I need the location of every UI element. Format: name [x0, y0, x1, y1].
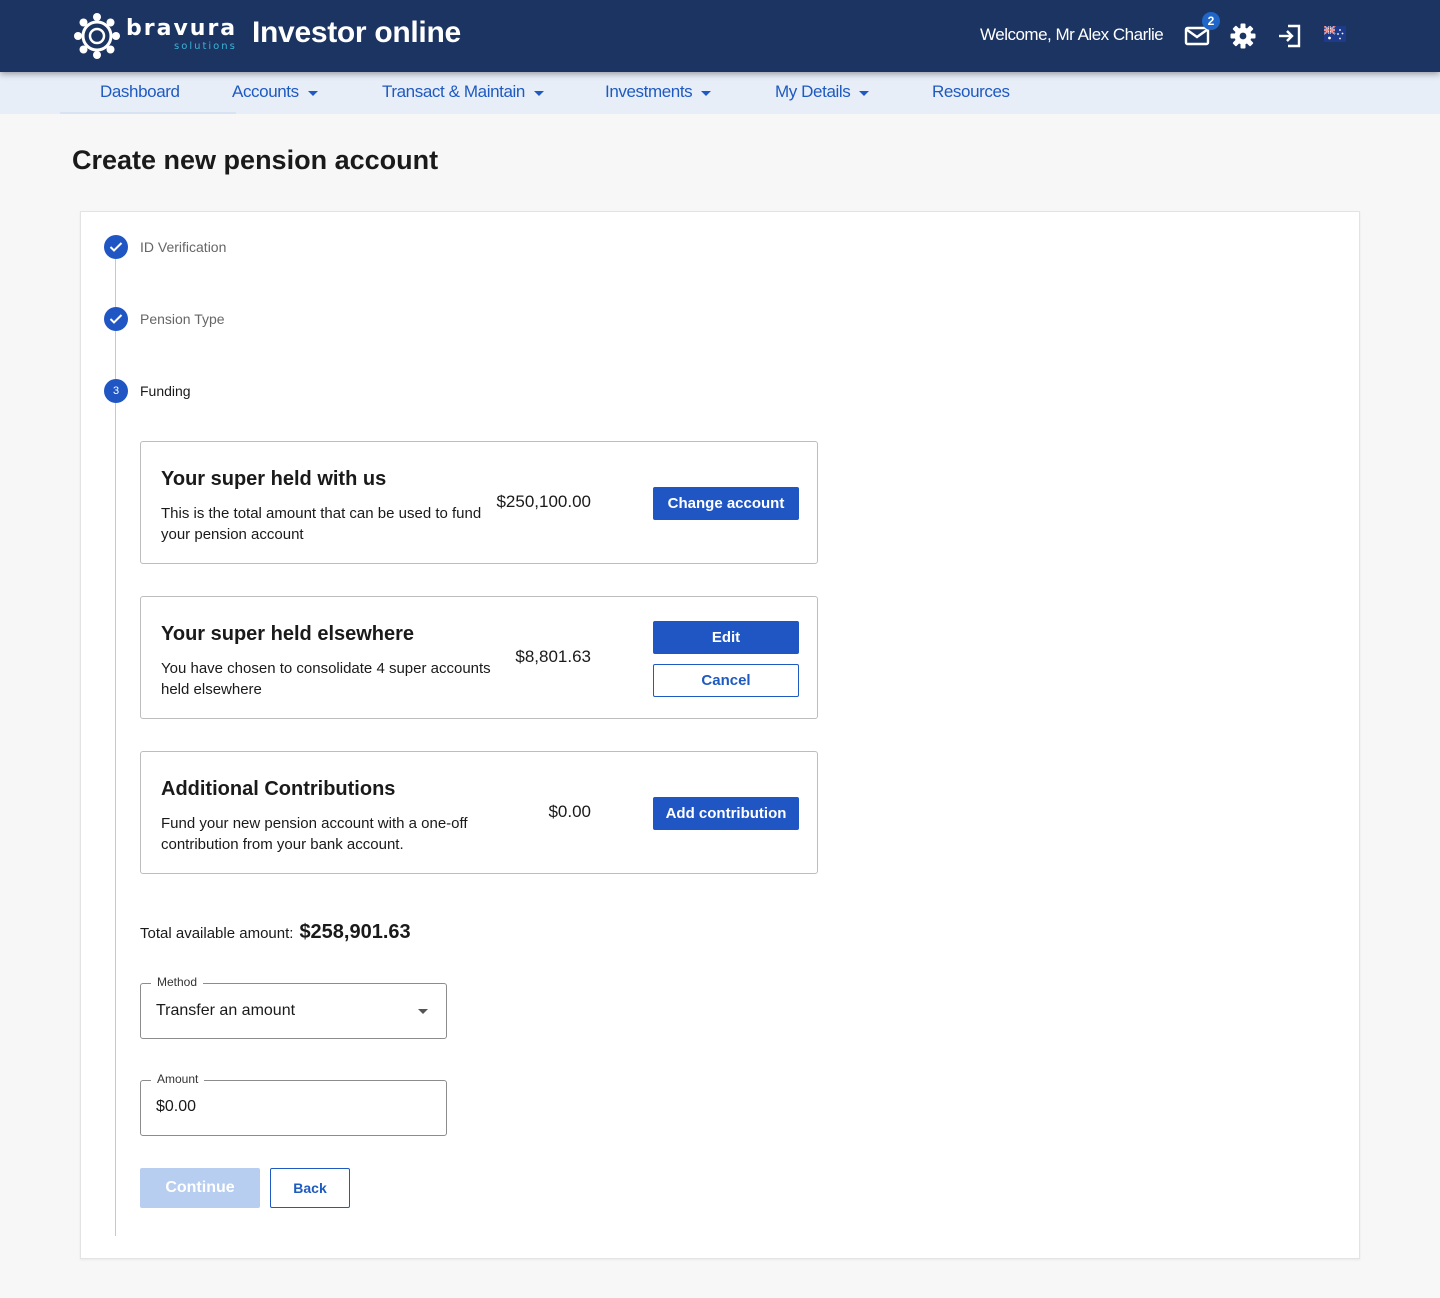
- fund-title: Your super held with us: [161, 468, 387, 490]
- fund-amount: $0.00: [548, 802, 591, 821]
- total-available-amount: Total available amount: $258,901.63: [140, 921, 411, 944]
- fund-description: Fund your new pension account with a one…: [161, 815, 468, 853]
- fund-amount: $8,801.63: [515, 647, 591, 666]
- nav-my-details-label: My Details: [775, 82, 851, 101]
- additional-contributions-card: Additional Contributions Fund your new p…: [140, 751, 818, 874]
- amount-label: Amount: [151, 1072, 205, 1086]
- main-nav: Dashboard Accounts Transact & Maintain I…: [0, 72, 1440, 114]
- logout-icon[interactable]: [1275, 21, 1305, 51]
- logo-icon[interactable]: [72, 11, 122, 61]
- nav-active-indicator: [60, 112, 236, 114]
- caret-down-icon: [533, 90, 544, 96]
- brand-name: bravura: [126, 16, 238, 41]
- change-account-button[interactable]: Change account: [653, 487, 799, 520]
- gear-icon[interactable]: [1228, 21, 1258, 51]
- fund-description: This is the total amount that can be use…: [161, 505, 482, 543]
- nav-transact-maintain[interactable]: Transact & Maintain: [382, 82, 544, 102]
- step-number-badge: 3: [104, 379, 128, 403]
- amount-input[interactable]: [156, 1098, 406, 1116]
- nav-my-details[interactable]: My Details: [775, 82, 870, 102]
- step-label-funding: Funding: [140, 383, 191, 399]
- amount-field: Amount: [140, 1072, 447, 1136]
- cancel-button[interactable]: Cancel: [653, 664, 799, 697]
- total-value: $258,901.63: [299, 921, 411, 943]
- nav-resources[interactable]: Resources: [932, 82, 1010, 102]
- add-contribution-button[interactable]: Add contribution: [653, 797, 799, 830]
- back-button[interactable]: Back: [270, 1168, 350, 1208]
- continue-button[interactable]: Continue: [140, 1168, 260, 1208]
- fund-amount: $250,100.00: [496, 492, 591, 511]
- super-held-with-us-card: Your super held with us This is the tota…: [140, 441, 818, 564]
- checkmark-icon: [109, 242, 123, 252]
- checkmark-icon: [109, 314, 123, 324]
- nav-investments[interactable]: Investments: [605, 82, 712, 102]
- nav-investments-label: Investments: [605, 82, 693, 101]
- step-complete-icon: [104, 307, 128, 331]
- nav-resources-label: Resources: [932, 82, 1010, 101]
- super-held-elsewhere-card: Your super held elsewhere You have chose…: [140, 596, 818, 719]
- step-connector: [115, 259, 116, 307]
- fund-title: Additional Contributions: [161, 778, 396, 800]
- method-select[interactable]: Method Transfer an amount: [140, 975, 447, 1039]
- nav-accounts[interactable]: Accounts: [232, 82, 318, 102]
- page-title: Create new pension account: [72, 145, 439, 175]
- step-label-pension-type: Pension Type: [140, 311, 225, 327]
- nav-transact-label: Transact & Maintain: [382, 82, 525, 101]
- nav-dashboard-label: Dashboard: [100, 82, 180, 101]
- step-label-id-verification: ID Verification: [140, 239, 227, 255]
- mail-count-badge: 2: [1202, 12, 1220, 30]
- top-header: bravura solutions Investor online Welcom…: [0, 0, 1440, 72]
- fund-title: Your super held elsewhere: [161, 623, 415, 645]
- step-connector: [115, 331, 116, 379]
- chevron-down-icon[interactable]: [418, 1009, 428, 1014]
- edit-button[interactable]: Edit: [653, 621, 799, 654]
- brand-subtitle: solutions: [174, 41, 237, 52]
- total-label: Total available amount:: [140, 925, 294, 942]
- caret-down-icon: [701, 90, 712, 96]
- caret-down-icon: [307, 90, 318, 96]
- caret-down-icon: [859, 90, 870, 96]
- method-selected-value: Transfer an amount: [156, 1002, 296, 1019]
- method-label: Method: [151, 975, 204, 989]
- welcome-text: Welcome, Mr Alex Charlie: [980, 25, 1164, 44]
- nav-dashboard[interactable]: Dashboard: [100, 82, 180, 102]
- step-complete-icon: [104, 235, 128, 259]
- australia-flag-icon[interactable]: [1324, 26, 1346, 42]
- nav-accounts-label: Accounts: [232, 82, 299, 101]
- fund-description: You have chosen to consolidate 4 super a…: [161, 660, 491, 698]
- step-connector: [115, 403, 116, 1236]
- app-title: Investor online: [252, 16, 461, 49]
